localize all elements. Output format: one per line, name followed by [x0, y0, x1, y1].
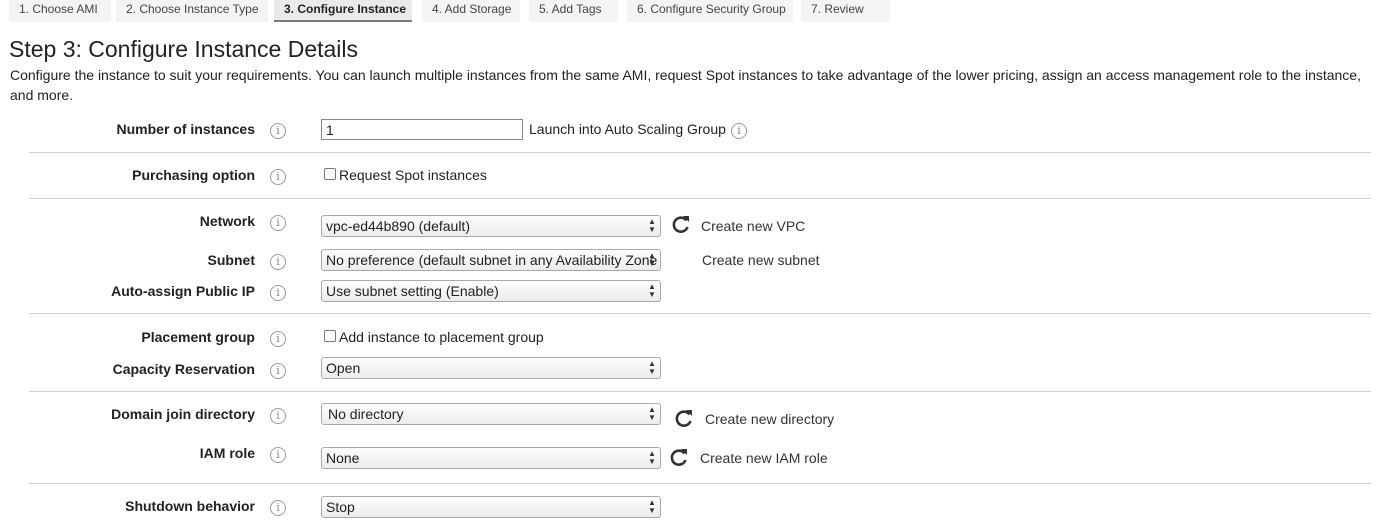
- refresh-icon[interactable]: [669, 447, 689, 467]
- domain-join-directory-select[interactable]: No directory ▲ ▼: [321, 403, 661, 425]
- placement-group-checkbox-label[interactable]: Add instance to placement group: [339, 329, 544, 345]
- capacity-reservation-label: Capacity Reservation: [112, 361, 255, 377]
- subnet-select-value: No preference (default subnet in any Ava…: [326, 252, 658, 268]
- auto-assign-public-ip-value: Use subnet setting (Enable): [326, 283, 499, 299]
- shutdown-behavior-label: Shutdown behavior: [125, 498, 255, 514]
- shutdown-behavior-value: Stop: [326, 499, 355, 515]
- select-arrows-icon: ▲ ▼: [648, 449, 656, 466]
- info-icon[interactable]: i: [270, 447, 286, 463]
- info-icon[interactable]: i: [270, 500, 286, 516]
- section-divider: [29, 152, 1371, 153]
- tab-choose-ami[interactable]: 1. Choose AMI: [9, 0, 111, 22]
- tab-add-tags[interactable]: 5. Add Tags: [529, 0, 618, 22]
- info-icon[interactable]: i: [270, 408, 286, 424]
- auto-assign-public-ip-select[interactable]: Use subnet setting (Enable) ▲ ▼: [321, 280, 661, 302]
- domain-join-directory-value: No directory: [328, 406, 404, 422]
- info-icon[interactable]: i: [270, 215, 286, 231]
- spot-instances-checkbox-label[interactable]: Request Spot instances: [339, 167, 487, 183]
- purchasing-option-label: Purchasing option: [132, 167, 255, 183]
- spot-instances-checkbox[interactable]: [324, 168, 336, 180]
- placement-group-checkbox[interactable]: [324, 330, 336, 342]
- page-description: Configure the instance to suit your requ…: [10, 67, 1361, 103]
- create-new-directory-link[interactable]: Create new directory: [705, 411, 834, 427]
- configure-instance-page: 1. Choose AMI 2. Choose Instance Type 3.…: [0, 0, 1400, 529]
- subnet-label: Subnet: [207, 252, 255, 268]
- capacity-reservation-value: Open: [326, 360, 361, 376]
- select-arrows-icon: ▲ ▼: [648, 282, 656, 299]
- select-arrows-icon: ▲ ▼: [648, 498, 656, 515]
- section-divider: [29, 313, 1371, 314]
- section-divider: [29, 483, 1371, 484]
- info-icon[interactable]: i: [731, 123, 747, 139]
- refresh-icon[interactable]: [674, 408, 694, 428]
- select-arrows-icon: ▲ ▼: [648, 251, 656, 268]
- number-of-instances-input[interactable]: [321, 119, 523, 140]
- select-arrows-icon: ▲ ▼: [648, 217, 656, 234]
- auto-assign-public-ip-label: Auto-assign Public IP: [111, 283, 255, 299]
- select-arrows-icon: ▲ ▼: [648, 405, 656, 422]
- create-new-vpc-link[interactable]: Create new VPC: [701, 218, 805, 234]
- tab-configure-instance[interactable]: 3. Configure Instance: [274, 0, 412, 22]
- tab-add-storage[interactable]: 4. Add Storage: [422, 0, 520, 22]
- capacity-reservation-select[interactable]: Open ▲ ▼: [321, 357, 661, 379]
- iam-role-label: IAM role: [199, 445, 255, 461]
- auto-scaling-label: Launch into Auto Scaling Group: [529, 121, 726, 137]
- section-divider: [29, 198, 1371, 199]
- create-new-iam-role-link[interactable]: Create new IAM role: [700, 450, 828, 466]
- section-divider: [29, 391, 1371, 392]
- tab-choose-instance-type[interactable]: 2. Choose Instance Type: [116, 0, 268, 22]
- tab-configure-security-group[interactable]: 6. Configure Security Group: [627, 0, 793, 22]
- info-icon[interactable]: i: [270, 331, 286, 347]
- info-icon[interactable]: i: [270, 254, 286, 270]
- domain-join-directory-label: Domain join directory: [111, 406, 255, 422]
- iam-role-value: None: [326, 450, 360, 466]
- shutdown-behavior-select[interactable]: Stop ▲ ▼: [321, 496, 661, 518]
- number-of-instances-label: Number of instances: [116, 121, 255, 137]
- refresh-icon[interactable]: [671, 214, 691, 234]
- wizard-tabs: 1. Choose AMI 2. Choose Instance Type 3.…: [0, 0, 1400, 26]
- subnet-select[interactable]: No preference (default subnet in any Ava…: [321, 249, 661, 271]
- network-select-value: vpc-ed44b890 (default): [326, 218, 470, 234]
- info-icon[interactable]: i: [270, 285, 286, 301]
- network-label: Network: [199, 213, 255, 229]
- tab-review[interactable]: 7. Review: [801, 0, 890, 22]
- page-title: Step 3: Configure Instance Details: [9, 36, 359, 62]
- placement-group-label: Placement group: [141, 329, 255, 345]
- select-arrows-icon: ▲ ▼: [648, 359, 656, 376]
- iam-role-select[interactable]: None ▲ ▼: [321, 447, 661, 469]
- info-icon[interactable]: i: [270, 123, 286, 139]
- info-icon[interactable]: i: [270, 363, 286, 379]
- create-new-subnet-link[interactable]: Create new subnet: [702, 252, 820, 268]
- network-select[interactable]: vpc-ed44b890 (default) ▲ ▼: [321, 215, 661, 237]
- info-icon[interactable]: i: [270, 169, 286, 185]
